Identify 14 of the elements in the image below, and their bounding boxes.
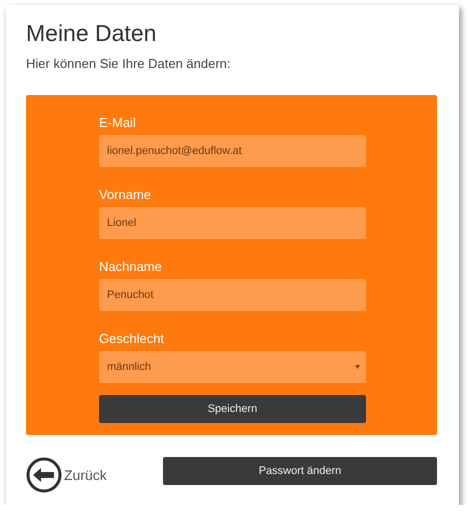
input-field[interactable]: Penuchot (99, 279, 366, 311)
page-title: Meine Daten (26, 19, 158, 47)
field-label: Nachname (99, 259, 162, 275)
save-button[interactable]: Speichern (99, 395, 366, 423)
field-label: E-Mail (99, 115, 136, 131)
change-password-button[interactable]: Passwort ändern (163, 457, 437, 485)
input-field[interactable]: Lionel (99, 207, 366, 239)
field-label: Vorname (99, 187, 152, 203)
back-link[interactable]: Zurück (26, 457, 107, 493)
field-label: Geschlecht (99, 331, 164, 347)
caret-icon (355, 365, 360, 369)
page-subtitle: Hier können Sie Ihre Daten ändern: (26, 56, 232, 72)
input-field[interactable]: lionel.penuchot@eduflow.at (99, 135, 366, 167)
select-field[interactable]: männlich (99, 351, 366, 383)
